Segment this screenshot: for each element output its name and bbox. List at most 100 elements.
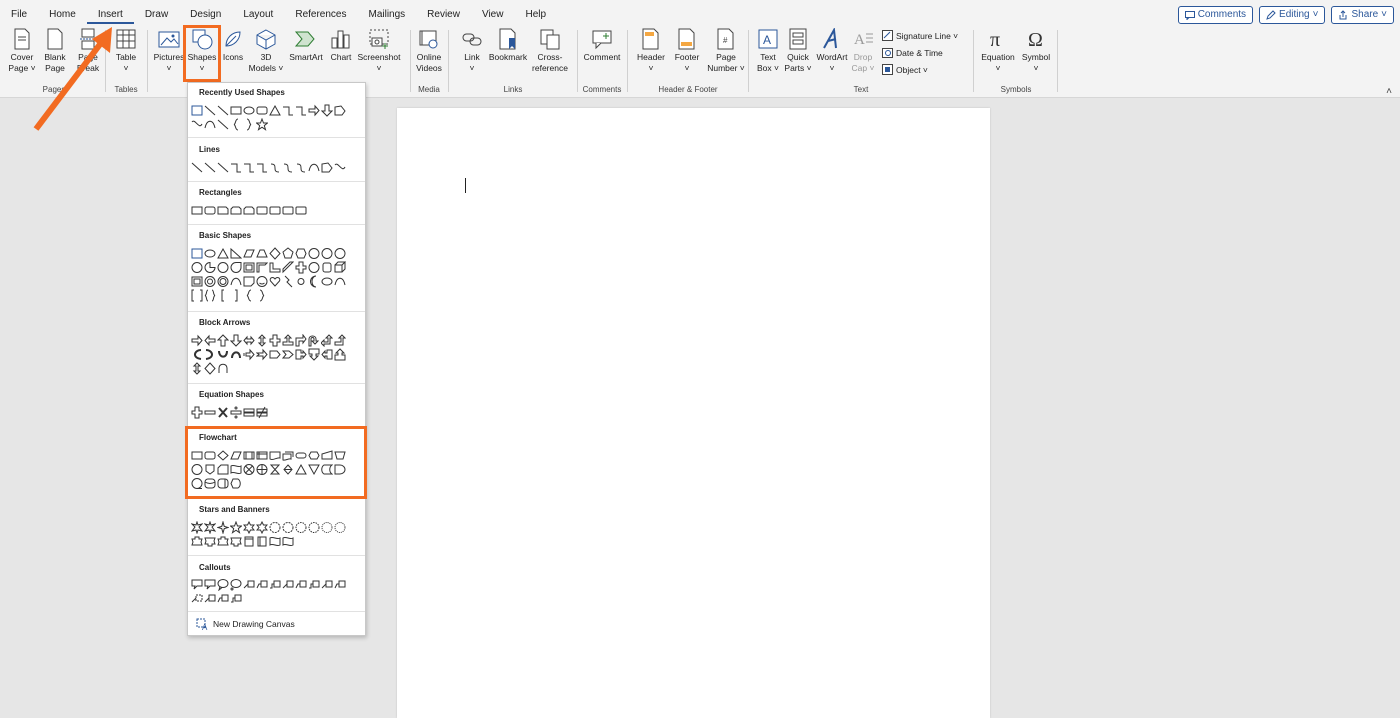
curved-right-arrow-shape[interactable]: [191, 348, 203, 361]
folded-corner-shape[interactable]: [243, 275, 255, 288]
document-page[interactable]: [397, 108, 990, 718]
line-callout-accent-1-shape[interactable]: [321, 578, 333, 591]
drop-cap-button[interactable]: A Drop Cap ˅: [850, 28, 876, 74]
star-6-shape[interactable]: [243, 521, 255, 534]
left-right-arrow-callout-shape[interactable]: [191, 362, 203, 375]
lines-row[interactable]: [191, 161, 346, 174]
elbow-arrow-shape[interactable]: [243, 161, 255, 174]
callouts-row-1[interactable]: [191, 578, 346, 591]
oval-shape[interactable]: [243, 104, 255, 117]
line-callout-no-border-3-shape[interactable]: [230, 592, 242, 605]
right-arrow-callout-shape[interactable]: [295, 348, 307, 361]
diagonal-stripe-shape[interactable]: [282, 261, 294, 274]
basic-shapes-row-1[interactable]: [191, 247, 346, 260]
curved-ribbon-down-shape[interactable]: [230, 535, 242, 548]
cloud-shape[interactable]: [321, 275, 333, 288]
octagon-shape[interactable]: [321, 247, 333, 260]
line-callout-2-shape[interactable]: [256, 578, 268, 591]
freeform-shape[interactable]: [321, 161, 333, 174]
tab-help[interactable]: Help: [514, 6, 557, 24]
arc-shape[interactable]: [204, 118, 216, 131]
cross-shape[interactable]: [295, 261, 307, 274]
line-shape[interactable]: [217, 104, 229, 117]
tab-insert[interactable]: Insert: [86, 6, 134, 24]
recent-shapes-row[interactable]: [191, 104, 346, 117]
explosion-2-shape[interactable]: [204, 521, 216, 534]
double-arrow-line-shape[interactable]: [217, 161, 229, 174]
bevel-shape[interactable]: [191, 275, 203, 288]
u-turn-arrow-shape[interactable]: [308, 334, 320, 347]
tab-mailings[interactable]: Mailings: [357, 6, 416, 24]
circular-arrow-shape[interactable]: [217, 362, 229, 375]
right-brace-shape[interactable]: [243, 118, 255, 131]
down-arrow-shape[interactable]: [230, 334, 242, 347]
quad-arrow-callout-shape[interactable]: [204, 362, 216, 375]
up-down-arrow-shape[interactable]: [256, 334, 268, 347]
up-arrow-shape[interactable]: [217, 334, 229, 347]
tab-home[interactable]: Home: [38, 6, 87, 24]
equation-button[interactable]: π Equation ˅: [978, 28, 1018, 74]
block-arc-shape[interactable]: [230, 275, 242, 288]
comment-button[interactable]: Comment: [580, 28, 624, 63]
wordart-button[interactable]: WordArt ˅: [814, 28, 850, 74]
curved-down-arrow-shape[interactable]: [230, 348, 242, 361]
block-arrows-row-3[interactable]: [191, 362, 229, 375]
triangle-shape[interactable]: [269, 104, 281, 117]
pictures-button[interactable]: Pictures ˅: [152, 28, 186, 74]
double-bracket-shape[interactable]: [191, 289, 203, 302]
curved-arrow-shape[interactable]: [282, 161, 294, 174]
curved-up-arrow-shape[interactable]: [217, 348, 229, 361]
symbol-button[interactable]: Ω Symbol ˅: [1018, 28, 1054, 74]
elbow-double-arrow-shape[interactable]: [256, 161, 268, 174]
block-arrows-row-2[interactable]: [191, 348, 346, 361]
tab-draw[interactable]: Draw: [134, 6, 179, 24]
notched-right-arrow-shape[interactable]: [256, 348, 268, 361]
chord-shape[interactable]: [217, 261, 229, 274]
rounded-rect-callout-shape[interactable]: [204, 578, 216, 591]
ribbon-up-shape[interactable]: [191, 535, 203, 548]
l-shape[interactable]: [269, 261, 281, 274]
collapse-ribbon-icon[interactable]: ˄: [1386, 86, 1392, 97]
plus-shape[interactable]: [191, 406, 203, 419]
vertical-scroll-shape[interactable]: [243, 535, 255, 548]
3d-models-button[interactable]: 3D Models ˅: [248, 28, 284, 74]
star-shape[interactable]: [256, 118, 268, 131]
equal-shape[interactable]: [243, 406, 255, 419]
explosion-shape[interactable]: [191, 521, 203, 534]
right-brace-shape[interactable]: [256, 289, 268, 302]
snip-rect-shape[interactable]: [230, 204, 242, 217]
heptagon-shape[interactable]: [308, 247, 320, 260]
multiply-shape[interactable]: [217, 406, 229, 419]
not-equal-shape[interactable]: [256, 406, 268, 419]
tab-design[interactable]: Design: [179, 6, 232, 24]
pentagon-arrow-shape[interactable]: [269, 348, 281, 361]
text-box-button[interactable]: A Text Box ˅: [752, 28, 784, 74]
left-arrow-shape[interactable]: [204, 334, 216, 347]
star-4-shape[interactable]: [217, 521, 229, 534]
curved-left-arrow-shape[interactable]: [204, 348, 216, 361]
date-time-button[interactable]: Date & Time: [882, 47, 943, 58]
left-right-arrow-shape[interactable]: [243, 334, 255, 347]
sun-shape[interactable]: [295, 275, 307, 288]
right-arrow-shape[interactable]: [191, 334, 203, 347]
line-callout-no-border-1-shape[interactable]: [204, 592, 216, 605]
equation-shapes-row[interactable]: [191, 406, 268, 419]
down-arrow-shape[interactable]: [321, 104, 333, 117]
left-brace-shape[interactable]: [243, 289, 255, 302]
star-7-shape[interactable]: [256, 521, 268, 534]
divide-shape[interactable]: [230, 406, 242, 419]
left-right-up-arrow-shape[interactable]: [282, 334, 294, 347]
share-button[interactable]: Share ˅: [1331, 6, 1394, 24]
bent-arrow-shape[interactable]: [295, 334, 307, 347]
rect-callout-shape[interactable]: [191, 578, 203, 591]
scribble-shape[interactable]: [191, 118, 203, 131]
line-callout-1-border-shape[interactable]: [282, 578, 294, 591]
bookmark-button[interactable]: Bookmark: [488, 28, 528, 63]
curved-double-arrow-shape[interactable]: [295, 161, 307, 174]
line-callout-3-border-shape[interactable]: [308, 578, 320, 591]
snip-rect-shape[interactable]: [217, 204, 229, 217]
stars-row-1[interactable]: [191, 521, 346, 534]
curved-connector-shape[interactable]: [269, 161, 281, 174]
footer-button[interactable]: Footer ˅: [668, 28, 706, 74]
rounded-rect-shape[interactable]: [204, 204, 216, 217]
